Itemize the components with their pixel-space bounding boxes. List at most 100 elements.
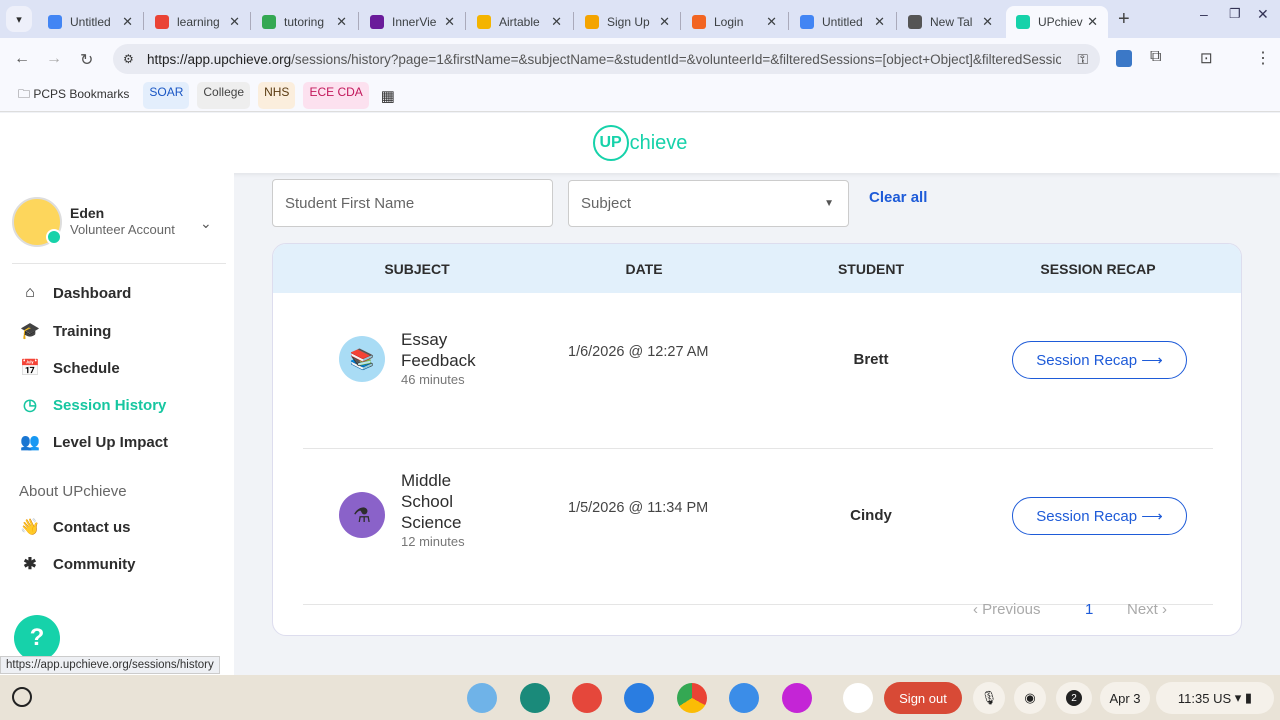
- apps-grid-icon[interactable]: ▦: [381, 87, 395, 105]
- bookmark-chip[interactable]: NHS: [258, 82, 296, 109]
- extension-icon[interactable]: [1116, 50, 1132, 67]
- screen-capture-thumbnail[interactable]: [843, 683, 873, 713]
- tab-favicon-icon: [1016, 15, 1030, 29]
- browser-tab[interactable]: New Tal ✕: [898, 6, 1003, 38]
- new-tab-button[interactable]: +: [1118, 8, 1130, 31]
- subject-select[interactable]: Subject ▼: [568, 180, 849, 227]
- microphone-icon[interactable]: 🎙: [973, 682, 1005, 714]
- close-tab-icon[interactable]: ✕: [229, 14, 240, 30]
- back-button[interactable]: ←: [14, 50, 30, 68]
- address-bar[interactable]: ⚙ https://app.upchieve.org/sessions/hist…: [113, 44, 1100, 74]
- bookmark-chip[interactable]: SOAR: [143, 82, 190, 109]
- tab-search-button[interactable]: ▾: [6, 6, 32, 32]
- browser-tab[interactable]: UPchiev ✕: [1006, 6, 1108, 38]
- next-page-button[interactable]: Next ›: [1127, 601, 1167, 618]
- close-tab-icon[interactable]: ✕: [1087, 14, 1098, 30]
- sidebar-item-session-history[interactable]: ◷ Session History: [19, 395, 166, 415]
- profile-menu[interactable]: Eden Volunteer Account: [12, 197, 175, 247]
- key-icon[interactable]: ⚿: [1077, 51, 1088, 68]
- browser-tab[interactable]: tutoring ✕: [252, 6, 357, 38]
- app-icon-paint[interactable]: [572, 683, 602, 713]
- upchieve-logo[interactable]: UP chieve: [592, 125, 687, 161]
- launcher-button[interactable]: [12, 687, 32, 707]
- page-1-button[interactable]: 1: [1085, 601, 1093, 618]
- nav-icon: ⌂: [25, 284, 35, 301]
- browser-tab[interactable]: learning ✕: [145, 6, 250, 38]
- menu-icon[interactable]: ⋮: [1255, 48, 1271, 68]
- previous-page-button[interactable]: ‹ Previous: [973, 601, 1041, 618]
- sidebar-item-community[interactable]: ✱ Community: [19, 554, 135, 574]
- browser-tab[interactable]: Untitled ✕: [790, 6, 895, 38]
- tab-strip: ▾ Untitled ✕ learning ✕ tutoring ✕ InnerVie ✕ Ai…: [0, 0, 1280, 38]
- sidebar-item-training[interactable]: 🎓 Training: [19, 321, 111, 341]
- tab-separator: [358, 12, 359, 30]
- tab-favicon-icon: [692, 15, 706, 29]
- url-host: https://app.upchieve.org: [147, 51, 292, 67]
- close-tab-icon[interactable]: ✕: [444, 14, 455, 30]
- app-icon-gallery[interactable]: [782, 683, 812, 713]
- session-history-table: SUBJECT DATE STUDENT SESSION RECAP 📚 Ess…: [272, 243, 1242, 636]
- close-window-button[interactable]: ✕: [1257, 6, 1269, 23]
- bookmark-label: ECE CDA: [309, 85, 363, 99]
- session-recap-button[interactable]: Session Recap ⟶: [1012, 497, 1187, 535]
- subject-cell: Middle School Science 12 minutes: [401, 470, 501, 551]
- close-tab-icon[interactable]: ✕: [874, 14, 885, 30]
- browser-tab[interactable]: Airtable ✕: [467, 6, 572, 38]
- tab-favicon-icon: [800, 15, 814, 29]
- browser-tab[interactable]: InnerVie ✕: [360, 6, 465, 38]
- tab-title: learning: [177, 15, 220, 29]
- minimize-button[interactable]: –: [1200, 6, 1208, 22]
- app-icon-classroom[interactable]: [520, 683, 550, 713]
- bookmarks-bar: 🗀 PCPS Bookmarks SOAR College NHS ECE CDA ▦: [0, 80, 1280, 112]
- sidebar-item-contact-us[interactable]: 👋 Contact us: [19, 517, 131, 537]
- close-tab-icon[interactable]: ✕: [336, 14, 347, 30]
- nav-label: Dashboard: [53, 284, 132, 302]
- volume-icon[interactable]: ◉: [1014, 682, 1046, 714]
- cast-icon[interactable]: ⊡: [1200, 49, 1213, 67]
- sidebar-item-schedule[interactable]: 📅 Schedule: [19, 358, 120, 378]
- session-recap-button[interactable]: Session Recap ⟶: [1012, 341, 1187, 379]
- browser-tab[interactable]: Sign Up ✕: [575, 6, 680, 38]
- status-bar-url: https://app.upchieve.org/sessions/histor…: [0, 656, 220, 674]
- tab-title: New Tal: [930, 15, 973, 29]
- site-info-icon[interactable]: ⚙: [123, 52, 134, 66]
- reload-button[interactable]: ↻: [80, 50, 93, 70]
- maximize-button[interactable]: ❐: [1229, 6, 1241, 22]
- app-icon-files[interactable]: [729, 683, 759, 713]
- app-icon-chrome[interactable]: [677, 683, 707, 713]
- close-tab-icon[interactable]: ✕: [122, 14, 133, 30]
- divider: [12, 263, 226, 264]
- chevron-down-icon[interactable]: ⌄: [200, 215, 212, 232]
- system-tray[interactable]: 11:35 US ▾ ▮: [1156, 682, 1274, 714]
- bookmark-chip[interactable]: ECE CDA: [303, 82, 369, 109]
- sign-out-button[interactable]: Sign out: [884, 682, 962, 714]
- close-tab-icon[interactable]: ✕: [551, 14, 562, 30]
- extensions-puzzle-icon[interactable]: ⧉: [1150, 48, 1161, 66]
- browser-tab[interactable]: Login ✕: [682, 6, 787, 38]
- close-tab-icon[interactable]: ✕: [982, 14, 993, 30]
- notifications-button[interactable]: 2: [1056, 682, 1092, 714]
- tab-favicon-icon: [477, 15, 491, 29]
- app-icon-camera[interactable]: [624, 683, 654, 713]
- browser-tab[interactable]: Untitled ✕: [38, 6, 143, 38]
- time-display: 11:35 US: [1177, 690, 1232, 706]
- nav-label: Session History: [53, 396, 167, 414]
- clear-all-link[interactable]: Clear all: [869, 189, 927, 206]
- table-header: SUBJECT DATE STUDENT SESSION RECAP: [273, 244, 1241, 293]
- bookmark-folder[interactable]: 🗀 PCPS Bookmarks: [12, 82, 135, 109]
- close-tab-icon[interactable]: ✕: [766, 14, 777, 30]
- app-icon-rocket[interactable]: [467, 683, 497, 713]
- sidebar-item-level-up-impact[interactable]: 👥 Level Up Impact: [19, 432, 168, 452]
- tab-favicon-icon: [48, 15, 62, 29]
- forward-button[interactable]: →: [46, 50, 62, 68]
- student-first-name-input[interactable]: Student First Name: [272, 179, 553, 227]
- help-button[interactable]: ?: [14, 615, 60, 661]
- nav-label: Contact us: [53, 518, 131, 536]
- tab-separator: [788, 12, 789, 30]
- tab-title: UPchiev: [1038, 15, 1083, 29]
- tab-favicon-icon: [370, 15, 384, 29]
- sidebar-item-dashboard[interactable]: ⌂ Dashboard: [19, 284, 131, 302]
- close-tab-icon[interactable]: ✕: [659, 14, 670, 30]
- bookmark-chip[interactable]: College: [197, 82, 251, 109]
- date-display[interactable]: Apr 3: [1100, 682, 1150, 714]
